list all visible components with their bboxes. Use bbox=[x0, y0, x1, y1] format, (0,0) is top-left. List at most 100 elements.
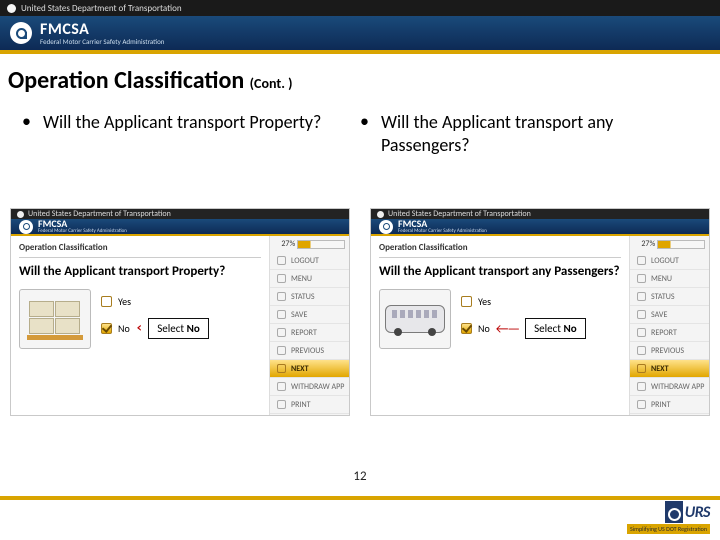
checkbox-checked-icon[interactable] bbox=[101, 323, 112, 334]
callout-select-no: Select No bbox=[525, 318, 586, 339]
dept-top-bar: United States Department of Transportati… bbox=[0, 0, 720, 16]
section-label: Operation Classification bbox=[379, 242, 621, 253]
property-graphic bbox=[19, 289, 91, 349]
passenger-graphic bbox=[379, 289, 451, 349]
sidebar-next[interactable]: NEXT bbox=[630, 360, 709, 378]
sidebar-next[interactable]: NEXT bbox=[270, 360, 349, 378]
box-icon bbox=[29, 301, 54, 317]
sidebar: 27% LOGOUT MENU STATUS SAVE REPORT PREVI… bbox=[269, 236, 349, 416]
progress-bar-icon bbox=[657, 240, 705, 249]
sidebar-print[interactable]: PRINT bbox=[270, 396, 349, 414]
sidebar-print[interactable]: PRINT bbox=[630, 396, 709, 414]
slide-title-text: Operation Classification bbox=[8, 66, 244, 95]
progress-value: 27% bbox=[641, 239, 655, 249]
progress-bar-icon bbox=[297, 240, 345, 249]
option-yes[interactable]: Yes bbox=[101, 295, 209, 308]
sidebar-help[interactable]: HELP bbox=[270, 414, 349, 416]
sidebar-withdraw[interactable]: WITHDRAW APP bbox=[630, 378, 709, 396]
screenshot-passengers: United States Department of Transportati… bbox=[370, 208, 710, 416]
pallet-icon bbox=[27, 335, 83, 340]
sidebar: 27% LOGOUT MENU STATUS SAVE REPORT PREVI… bbox=[629, 236, 709, 416]
shot-header: FMCSA Federal Motor Carrier Safety Admin… bbox=[371, 219, 709, 236]
shot-header: FMCSA Federal Motor Carrier Safety Admin… bbox=[11, 219, 349, 236]
slide-continuation: (Cont. ) bbox=[250, 75, 293, 92]
save-icon bbox=[637, 310, 646, 319]
sidebar-logout[interactable]: LOGOUT bbox=[270, 252, 349, 270]
arrow-left-icon: ←— bbox=[496, 320, 519, 337]
menu-icon bbox=[277, 274, 286, 283]
fmcsa-logo-icon bbox=[19, 220, 33, 234]
menu-icon bbox=[637, 274, 646, 283]
usdot-shield-icon bbox=[7, 4, 16, 13]
previous-icon bbox=[637, 346, 646, 355]
sidebar-status[interactable]: STATUS bbox=[630, 288, 709, 306]
agency-name: FMCSA bbox=[40, 22, 164, 38]
sidebar-withdraw[interactable]: WITHDRAW APP bbox=[270, 378, 349, 396]
usdot-shield-icon bbox=[377, 211, 384, 218]
bullet-left: Will the Applicant transport Property? bbox=[22, 111, 360, 156]
section-label: Operation Classification bbox=[19, 242, 261, 253]
question-passengers: Will the Applicant transport any Passeng… bbox=[379, 264, 621, 279]
sidebar-report[interactable]: REPORT bbox=[270, 324, 349, 342]
no-label: No bbox=[118, 322, 130, 335]
progress-bar: 27% bbox=[270, 236, 349, 252]
progress-value: 27% bbox=[281, 239, 295, 249]
urs-badge: URS Simplifying US DOT Registration bbox=[627, 501, 710, 534]
yes-label: Yes bbox=[118, 295, 131, 308]
agency-subtitle: Federal Motor Carrier Safety Administrat… bbox=[40, 38, 164, 45]
slide-title: Operation Classification (Cont. ) bbox=[8, 66, 720, 95]
footer-rule bbox=[0, 496, 720, 500]
box-icon bbox=[29, 318, 54, 334]
bullet-left-text: Will the Applicant transport Property? bbox=[43, 111, 321, 134]
next-icon bbox=[637, 364, 646, 373]
withdraw-icon bbox=[637, 382, 646, 391]
bullet-right: Will the Applicant transport any Passeng… bbox=[360, 111, 698, 156]
urs-logo-icon bbox=[665, 501, 683, 523]
sidebar-previous[interactable]: PREVIOUS bbox=[630, 342, 709, 360]
sidebar-menu[interactable]: MENU bbox=[630, 270, 709, 288]
logout-icon bbox=[637, 256, 646, 265]
sidebar-status[interactable]: STATUS bbox=[270, 288, 349, 306]
checkbox-icon[interactable] bbox=[461, 296, 472, 307]
save-icon bbox=[277, 310, 286, 319]
dept-label: United States Department of Transportati… bbox=[21, 3, 182, 14]
progress-bar: 27% bbox=[630, 236, 709, 252]
urs-tagline: Simplifying US DOT Registration bbox=[627, 524, 710, 534]
sidebar-help[interactable]: HELP bbox=[630, 414, 709, 416]
box-icon bbox=[55, 301, 80, 317]
sidebar-save[interactable]: SAVE bbox=[630, 306, 709, 324]
fmcsa-header: FMCSA Federal Motor Carrier Safety Admin… bbox=[0, 16, 720, 54]
sidebar-save[interactable]: SAVE bbox=[270, 306, 349, 324]
sidebar-menu[interactable]: MENU bbox=[270, 270, 349, 288]
report-icon bbox=[277, 328, 286, 337]
sidebar-report[interactable]: REPORT bbox=[630, 324, 709, 342]
previous-icon bbox=[277, 346, 286, 355]
checkbox-icon[interactable] bbox=[101, 296, 112, 307]
yes-label: Yes bbox=[478, 295, 491, 308]
option-no[interactable]: No ←— Select No bbox=[461, 318, 586, 339]
usdot-shield-icon bbox=[17, 211, 24, 218]
fmcsa-logo-icon bbox=[10, 22, 32, 44]
report-icon bbox=[637, 328, 646, 337]
chevron-left-icon: < bbox=[137, 321, 142, 336]
logout-icon bbox=[277, 256, 286, 265]
bus-icon bbox=[385, 305, 445, 333]
page-number: 12 bbox=[353, 469, 366, 484]
print-icon bbox=[637, 400, 646, 409]
sidebar-previous[interactable]: PREVIOUS bbox=[270, 342, 349, 360]
print-icon bbox=[277, 400, 286, 409]
callout-select-no: Select No bbox=[148, 318, 209, 339]
question-property: Will the Applicant transport Property? bbox=[19, 264, 261, 279]
no-label: No bbox=[478, 322, 490, 335]
withdraw-icon bbox=[277, 382, 286, 391]
screenshot-property: United States Department of Transportati… bbox=[10, 208, 350, 416]
option-yes[interactable]: Yes bbox=[461, 295, 586, 308]
checkbox-checked-icon[interactable] bbox=[461, 323, 472, 334]
bullet-right-text: Will the Applicant transport any Passeng… bbox=[381, 111, 698, 156]
box-icon bbox=[55, 318, 80, 334]
urs-logo-text: URS bbox=[685, 503, 710, 522]
bullet-list: Will the Applicant transport Property? W… bbox=[0, 101, 720, 160]
option-no[interactable]: No < Select No bbox=[101, 318, 209, 339]
sidebar-logout[interactable]: LOGOUT bbox=[630, 252, 709, 270]
next-icon bbox=[277, 364, 286, 373]
